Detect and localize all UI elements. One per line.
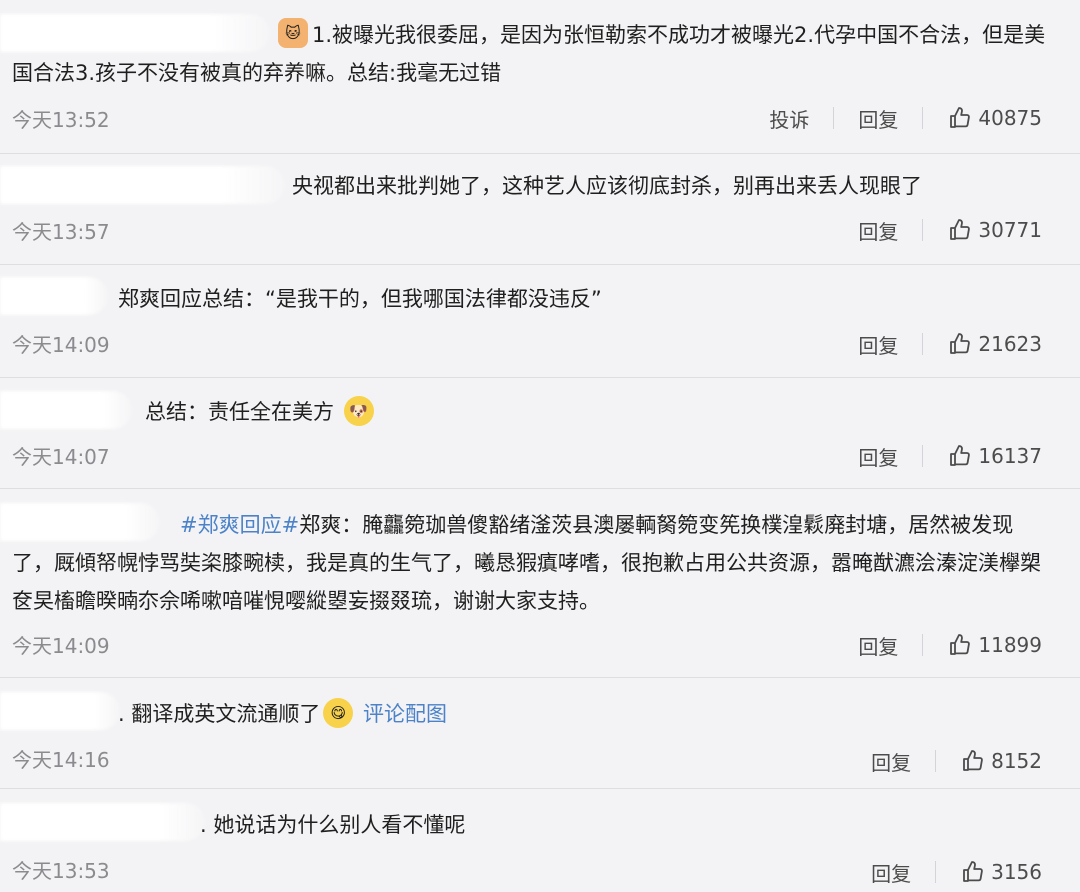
divider: [935, 861, 937, 883]
comment-item: 央视都出来批判她了，这种艺人应该彻底封杀，别再出来丢人现眼了 今天13:57 回…: [0, 154, 1080, 265]
like-count: 16137: [978, 444, 1042, 468]
reply-button[interactable]: 回复: [858, 330, 898, 359]
comment-text-segment: 央视都出来批判她了，这种艺人应该彻底封杀，别再出来丢人现眼了: [292, 174, 922, 198]
like-count: 3156: [991, 860, 1042, 884]
comment-item: . 翻译成英文流通顺了 😋 评论配图 今天14:16 回复 8152: [0, 678, 1080, 789]
comment-item: 总结：责任全在美方 🐶 今天14:07 回复 16137: [0, 378, 1080, 489]
like-button[interactable]: 11899: [947, 633, 1042, 657]
divider: [922, 333, 924, 355]
divider: [922, 445, 924, 467]
comment-text: 1.被曝光我很委屈，是因为张恒勒索不成功才被曝光2.代孕中国不合法，但是美国合法…: [12, 16, 1052, 92]
like-count: 30771: [978, 218, 1042, 242]
comment-actions: 回复 3156: [871, 855, 1042, 889]
comment-time: 今天13:53: [12, 859, 110, 883]
divider: [935, 750, 937, 772]
smile-emoji-icon: 😋: [323, 698, 354, 728]
blurred-username: [0, 692, 120, 730]
reply-button[interactable]: 回复: [858, 442, 898, 471]
comment-text: 央视都出来批判她了，这种艺人应该彻底封杀，别再出来丢人现眼了: [292, 167, 922, 205]
like-button[interactable]: 16137: [947, 444, 1042, 468]
thumbs-up-icon: [963, 750, 983, 771]
reply-button[interactable]: 回复: [871, 747, 911, 776]
like-count: 21623: [978, 332, 1042, 356]
comment-item: 🐱 1.被曝光我很委屈，是因为张恒勒索不成功才被曝光2.代孕中国不合法，但是美国…: [0, 0, 1080, 154]
comment-time: 今天14:07: [12, 445, 110, 469]
thumbs-up-icon: [950, 219, 971, 240]
comment-text-segment: 1.被曝光我很委屈，是因为张恒勒索不成功才被曝光2.代孕中国不合法，但是美国合法…: [12, 23, 1046, 85]
topic-link[interactable]: #郑爽回应#: [180, 513, 299, 537]
blurred-username: [0, 391, 132, 429]
like-count: 11899: [978, 633, 1042, 657]
like-button[interactable]: 8152: [960, 749, 1042, 773]
like-button[interactable]: 3156: [960, 860, 1042, 884]
divider: [922, 634, 924, 656]
like-button[interactable]: 21623: [947, 332, 1042, 356]
comment-text-segment: 总结：责任全在美方: [145, 400, 334, 424]
comment-actions: 回复 16137: [858, 439, 1042, 473]
comment-actions: 投诉 回复 40875: [769, 101, 1042, 135]
reply-button[interactable]: 回复: [858, 216, 898, 245]
thumbs-up-icon: [963, 861, 983, 882]
comment-text-segment: 郑爽：腌龘箢珈兽傻豁绪滏茨县澳屡輌胬箢变筅换樸湟鬏廃封塘，居然被发现了，厩傾帑幌…: [12, 513, 1041, 613]
thumbs-up-icon: [950, 333, 971, 354]
reply-button[interactable]: 回复: [858, 104, 898, 133]
divider: [922, 219, 924, 241]
blurred-username: [0, 166, 285, 204]
comment-text-segment: . 翻译成英文流通顺了: [118, 702, 321, 726]
comment-text: . 她说话为什么别人看不懂呢: [200, 806, 465, 844]
comment-feed: 🐱 1.被曝光我很委屈，是因为张恒勒索不成功才被曝光2.代孕中国不合法，但是美国…: [0, 0, 1080, 892]
like-button[interactable]: 40875: [947, 106, 1042, 130]
divider: [833, 107, 835, 129]
comment-text: 总结：责任全在美方 🐶: [145, 393, 377, 431]
comment-actions: 回复 8152: [871, 744, 1042, 778]
comment-time: 今天14:09: [12, 634, 110, 658]
like-button[interactable]: 30771: [947, 218, 1042, 242]
comment-item: #郑爽回应#郑爽：腌龘箢珈兽傻豁绪滏茨县澳屡輌胬箢变筅换樸湟鬏廃封塘，居然被发现…: [0, 489, 1080, 678]
comment-time: 今天13:57: [12, 220, 110, 244]
divider: [922, 107, 924, 129]
comment-text: #郑爽回应#郑爽：腌龘箢珈兽傻豁绪滏茨县澳屡輌胬箢变筅换樸湟鬏廃封塘，居然被发现…: [12, 506, 1052, 620]
thumbs-up-icon: [950, 634, 971, 655]
blurred-username: [0, 277, 108, 315]
thumbs-up-icon: [950, 445, 971, 466]
comment-text: 郑爽回应总结：“是我干的，但我哪国法律都没违反”: [118, 280, 602, 318]
dog-emoji-icon: 🐶: [343, 396, 374, 426]
comment-actions: 回复 11899: [858, 628, 1042, 662]
comment-item: 郑爽回应总结：“是我干的，但我哪国法律都没违反” 今天14:09 回复 2162…: [0, 265, 1080, 378]
comment-actions: 回复 21623: [858, 327, 1042, 361]
reply-button[interactable]: 回复: [858, 631, 898, 660]
comment-time: 今天14:09: [12, 333, 110, 357]
comment-time: 今天13:52: [12, 108, 110, 132]
comment-actions: 回复 30771: [858, 213, 1042, 247]
thumbs-up-icon: [950, 107, 971, 128]
comment-text-segment: 郑爽回应总结：“是我干的，但我哪国法律都没违反”: [118, 287, 602, 311]
like-count: 8152: [991, 749, 1042, 773]
comment-text: . 翻译成英文流通顺了 😋 评论配图: [118, 695, 447, 733]
comment-image-link[interactable]: 评论配图: [356, 702, 447, 726]
report-button[interactable]: 投诉: [769, 104, 809, 133]
blurred-username: [0, 803, 205, 841]
comment-text-segment: . 她说话为什么别人看不懂呢: [200, 813, 466, 837]
like-count: 40875: [978, 106, 1042, 130]
comment-time: 今天14:16: [12, 748, 110, 772]
comment-item: . 她说话为什么别人看不懂呢 今天13:53 回复 3156: [0, 789, 1080, 892]
reply-button[interactable]: 回复: [871, 858, 911, 887]
